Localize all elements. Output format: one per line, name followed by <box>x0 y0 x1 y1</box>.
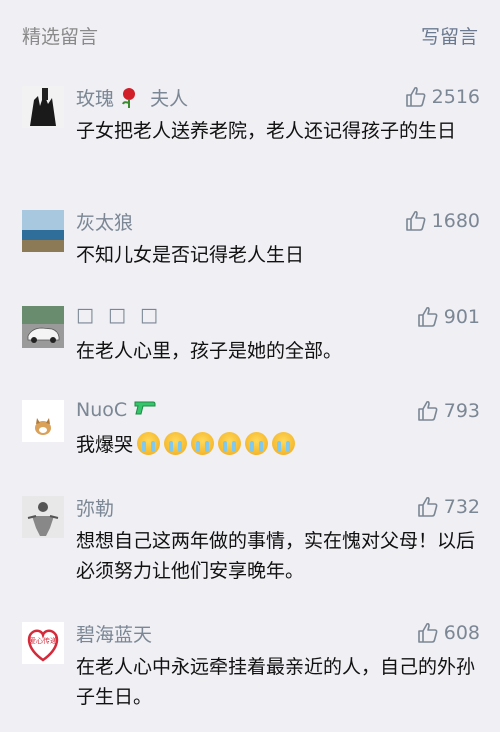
comment-text: 子女把老人送养老院，老人还记得孩子的生日 <box>76 120 457 142</box>
comment-text: 我爆哭 <box>76 430 476 460</box>
crying-face-icon <box>218 432 242 455</box>
avatar[interactable] <box>22 496 64 538</box>
thumbs-up-icon <box>417 622 438 643</box>
crying-face-icon <box>137 432 161 455</box>
rose-icon <box>120 87 138 109</box>
like-count: 732 <box>443 496 480 518</box>
thumbs-up-icon <box>405 210 426 231</box>
section-title: 精选留言 <box>22 26 99 48</box>
comments-header: 精选留言 写留言 <box>0 0 500 68</box>
comment-text: 在老人心中永远牵挂着最亲近的人，自己的外孙子生日。 <box>76 656 476 708</box>
crying-face-icon <box>191 432 215 455</box>
like-count: 901 <box>443 306 480 328</box>
like-button[interactable]: 793 <box>416 398 480 424</box>
avatar[interactable] <box>22 86 64 128</box>
like-count: 793 <box>443 400 480 422</box>
avatar[interactable] <box>22 400 64 442</box>
like-button[interactable]: 901 <box>416 304 480 330</box>
commenter-name[interactable]: 玫瑰 夫人 <box>76 84 188 111</box>
like-button[interactable]: 1680 <box>404 208 480 234</box>
like-button[interactable]: 608 <box>416 620 480 646</box>
thumbs-up-icon <box>417 306 438 327</box>
like-count: 2516 <box>431 86 480 108</box>
like-button[interactable]: 2516 <box>404 84 480 110</box>
avatar[interactable] <box>22 306 64 348</box>
commenter-name[interactable]: NuoC <box>76 398 157 421</box>
avatar-caption: 爱心传递 <box>29 637 57 645</box>
thumbs-up-icon <box>417 496 438 517</box>
commenter-name[interactable]: 弥勒 <box>76 494 114 521</box>
avatar[interactable] <box>22 210 64 252</box>
comment-text: 想想自己这两年做的事情，实在愧对父母！以后必须努力让他们安享晚年。 <box>76 530 476 582</box>
comment-text: 在老人心里，孩子是她的全部。 <box>76 340 343 362</box>
like-count: 1680 <box>431 210 480 232</box>
thumbs-up-icon <box>405 86 426 107</box>
commenter-name[interactable]: 灰太狼 <box>76 208 133 235</box>
like-button[interactable]: 732 <box>416 494 480 520</box>
crying-face-icon <box>272 432 296 455</box>
commenter-name[interactable]: □ □ □ <box>76 304 162 326</box>
avatar[interactable]: 爱心传递 <box>22 622 64 664</box>
write-comment-button[interactable]: 写留言 <box>421 22 478 49</box>
like-count: 608 <box>443 622 480 644</box>
comment-text: 不知儿女是否记得老人生日 <box>76 244 305 266</box>
commenter-name[interactable]: 碧海蓝天 <box>76 620 152 647</box>
crying-face-icon <box>245 432 269 455</box>
thumbs-up-icon <box>417 400 438 421</box>
water-gun-icon <box>133 398 157 418</box>
crying-face-icon <box>164 432 188 455</box>
